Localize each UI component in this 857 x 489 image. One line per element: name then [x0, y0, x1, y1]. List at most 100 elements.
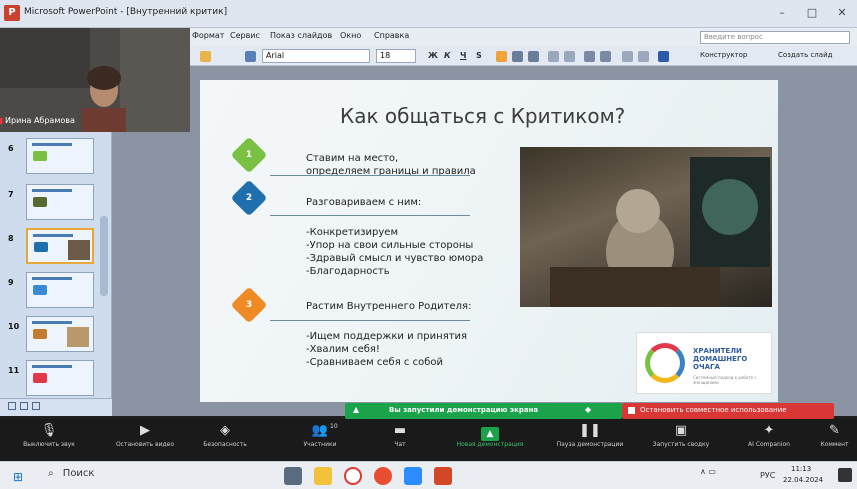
thumb-number: 6: [8, 144, 14, 153]
zoom-toolbar: 🎙 Выключить звук ▶ Остановить видео ◈ Безоп…: [0, 419, 857, 461]
stop-share-button[interactable]: Остановить совместное использование: [622, 403, 834, 419]
align-center-icon[interactable]: [512, 51, 523, 62]
slide-photo: [520, 147, 772, 307]
new-slide-button[interactable]: Создать слайд: [778, 51, 832, 59]
webcam-video[interactable]: ▮ Ирина Абрамова: [0, 28, 190, 132]
slide-thumbnail[interactable]: [26, 138, 94, 174]
thumb-number: 10: [8, 322, 20, 331]
bullet-list-icon[interactable]: [564, 51, 575, 62]
window-title: Microsoft PowerPoint - [Внутренний крити…: [24, 7, 228, 17]
menu-item-help[interactable]: Справка: [374, 31, 409, 40]
open-icon[interactable]: [200, 51, 211, 62]
designer-button[interactable]: Конструктор: [700, 51, 747, 59]
normal-view-icon[interactable]: [8, 402, 16, 410]
close-button[interactable]: ✕: [830, 4, 854, 22]
font-size-select[interactable]: 18: [376, 49, 416, 63]
stop-share-label: Остановить совместное использование: [640, 406, 787, 414]
align-left-icon[interactable]: [496, 51, 507, 62]
notification-icon[interactable]: [838, 468, 852, 482]
slide-thumbnail[interactable]: [26, 360, 94, 396]
help-search-input[interactable]: Введите вопрос: [700, 31, 850, 44]
minimize-button[interactable]: –: [770, 4, 794, 22]
step-number: 2: [245, 193, 253, 203]
annotate-button[interactable]: ✎ Коммент: [812, 421, 857, 448]
chat-button[interactable]: ▬ Чат: [380, 421, 420, 448]
step-text: Разговариваем с ним:: [306, 197, 422, 208]
list-b: -Ищем поддержки и принятия -Хвалим себя! -…: [306, 331, 468, 368]
yandex-browser-icon[interactable]: [344, 467, 362, 485]
logo-subtitle: Системный подход к работе с женщинами: [693, 375, 757, 385]
taskbar-search[interactable]: ⌕ Поиск: [48, 468, 198, 484]
menu-item-window[interactable]: Окно: [340, 31, 361, 40]
chrome-icon[interactable]: [374, 467, 392, 485]
underline-button[interactable]: Ч: [460, 51, 466, 60]
stop-icon: [628, 407, 635, 414]
participant-name: Ирина Абрамова: [5, 116, 75, 125]
summary-button[interactable]: ▣ Запустить сводку: [636, 421, 726, 448]
search-icon: ⌕: [48, 468, 54, 479]
stop-video-button[interactable]: ▶ Остановить видео: [100, 421, 190, 448]
slide-thumbnail[interactable]: [26, 272, 94, 308]
menu-item-format[interactable]: Формат: [192, 31, 224, 40]
share-notice-banner: ▲ Вы запустили демонстрацию экрана ◆: [345, 403, 622, 419]
pause-icon: ❚❚: [579, 423, 601, 438]
file-explorer-icon[interactable]: [314, 467, 332, 485]
microphone-icon: 🎙: [40, 423, 58, 438]
current-slide: Как общаться с Критиком? 1 Ставим на мес…: [200, 80, 778, 402]
share-icon: ▲: [481, 427, 499, 441]
logo-text: ХРАНИТЕЛИ ДОМАШНЕГО ОЧАГА: [693, 347, 748, 371]
share-notice-text: Вы запустили демонстрацию экрана: [389, 406, 539, 414]
new-share-button[interactable]: ▲ Новая демонстрация: [440, 421, 540, 448]
slide-title: Как общаться с Критиком?: [340, 104, 626, 128]
indent-icon[interactable]: [638, 51, 649, 62]
sorter-view-icon[interactable]: [20, 402, 28, 410]
shield-icon: ◆: [585, 405, 592, 414]
muted-mic-icon: ▮: [0, 116, 4, 125]
divider: [270, 320, 470, 321]
powerpoint-taskbar-icon[interactable]: [434, 467, 452, 485]
maximize-button[interactable]: □: [800, 4, 824, 22]
mute-button[interactable]: 🎙 Выключить звук: [4, 421, 94, 448]
pause-share-button[interactable]: ❚❚ Пауза демонстрации: [545, 421, 635, 448]
language-indicator[interactable]: РУС: [760, 471, 775, 480]
thumb-number: 8: [8, 234, 14, 243]
shadow-button[interactable]: S: [476, 51, 482, 60]
task-view-icon[interactable]: [284, 467, 302, 485]
windows-start-icon[interactable]: ⊞: [13, 470, 23, 484]
tray-chevron-icon[interactable]: ∧ ▭: [700, 467, 716, 476]
align-right-icon[interactable]: [528, 51, 539, 62]
title-bar: P Microsoft PowerPoint - [Внутренний кри…: [0, 0, 857, 28]
shield-icon: ◈: [220, 423, 230, 438]
font-select[interactable]: Arial: [262, 49, 370, 63]
participants-button[interactable]: 👥 Участники: [290, 421, 350, 448]
annotate-icon: ✎: [829, 423, 840, 438]
bold-button[interactable]: Ж: [428, 51, 438, 60]
participants-icon: 👥: [311, 423, 329, 438]
outdent-icon[interactable]: [622, 51, 633, 62]
increase-font-icon[interactable]: [584, 51, 595, 62]
zoom-app-icon[interactable]: [404, 467, 422, 485]
step-number: 3: [245, 300, 253, 310]
ai-companion-button[interactable]: ✦ AI Companion: [732, 421, 806, 448]
numbered-list-icon[interactable]: [548, 51, 559, 62]
step-text: Растим Внутреннего Родителя:: [306, 301, 472, 312]
security-button[interactable]: ◈ Безопасность: [190, 421, 260, 448]
sparkle-icon: ✦: [763, 423, 775, 438]
logo-mark: [645, 343, 685, 383]
thumb-number: 7: [8, 190, 14, 199]
slide-thumbnail-selected[interactable]: [26, 228, 94, 264]
thumbnail-scrollbar[interactable]: [100, 216, 108, 296]
menu-item-tools[interactable]: Сервис: [230, 31, 260, 40]
menu-item-slideshow[interactable]: Показ слайдов: [270, 31, 332, 40]
logo: ХРАНИТЕЛИ ДОМАШНЕГО ОЧАГА Системный подх…: [636, 332, 772, 394]
italic-button[interactable]: К: [444, 51, 451, 60]
slideshow-view-icon[interactable]: [32, 402, 40, 410]
font-color-icon[interactable]: [245, 51, 256, 62]
search-label: Поиск: [62, 468, 95, 479]
slide-thumbnail[interactable]: [26, 184, 94, 220]
windows-taskbar: ⊞ ⌕ Поиск ∧ ▭ РУС 11:13 22.04.2024: [0, 461, 857, 489]
slide-thumbnail[interactable]: [26, 316, 94, 352]
text-color-icon[interactable]: [658, 51, 669, 62]
decrease-font-icon[interactable]: [600, 51, 611, 62]
thumb-number: 9: [8, 278, 14, 287]
